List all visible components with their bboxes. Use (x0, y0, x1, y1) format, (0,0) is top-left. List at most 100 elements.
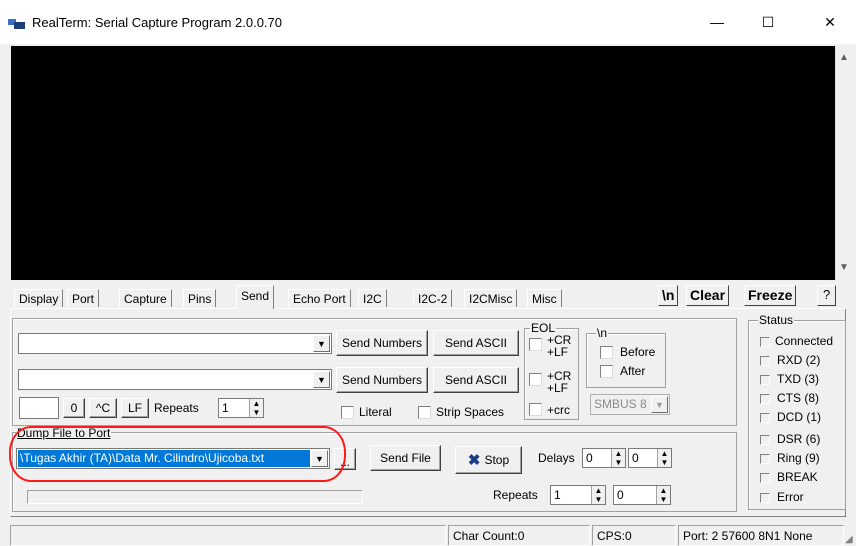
chevron-down-icon[interactable]: ▼ (313, 335, 330, 352)
status-dcd: DCD (1) (777, 410, 821, 424)
eol-cr-checkbox[interactable] (529, 338, 542, 351)
dump-repeats-spinner-2[interactable]: 0 ▲ ▼ (613, 485, 671, 505)
lf-button[interactable]: LF (121, 398, 149, 418)
smbus-select[interactable]: SMBUS 8 ▼ (590, 394, 670, 415)
app-icon (8, 18, 26, 30)
before-checkbox[interactable] (600, 346, 613, 359)
tab-misc[interactable]: Misc (527, 289, 562, 307)
maximize-button[interactable]: ☐ (745, 0, 791, 44)
chevron-down-icon[interactable]: ▼ (313, 371, 330, 388)
led-error (760, 493, 770, 503)
spin-updown-icon[interactable]: ▲ ▼ (657, 449, 671, 467)
vertical-scrollbar[interactable]: ▲ ▼ (835, 46, 852, 280)
close-button[interactable]: ✕ (807, 0, 853, 44)
tab-i2c[interactable]: I2C (358, 289, 387, 307)
char-input[interactable] (19, 397, 59, 419)
minimize-button[interactable]: — (694, 0, 740, 44)
tab-send[interactable]: Send (236, 285, 275, 309)
stop-x-icon: ✖ (467, 452, 481, 469)
led-connected (760, 337, 770, 347)
tab-echo-port[interactable]: Echo Port (288, 289, 351, 307)
tab-display[interactable]: Display (14, 289, 64, 307)
spin-updown-icon[interactable]: ▲ ▼ (249, 399, 263, 417)
strip-spaces-checkbox[interactable] (418, 406, 431, 419)
tab-i2c-2[interactable]: I2C-2 (413, 289, 453, 307)
status-dsr: DSR (6) (777, 432, 821, 446)
dump-repeats-value-1: 1 (554, 488, 561, 502)
spin-updown-icon[interactable]: ▲ ▼ (591, 486, 605, 504)
zero-button[interactable]: 0 (63, 398, 85, 418)
cps: CPS:0 (592, 525, 676, 546)
led-txd (760, 375, 770, 385)
scroll-down-icon[interactable]: ▼ (839, 262, 849, 273)
statusbar-blank (10, 525, 446, 546)
status-rxd: RXD (2) (777, 353, 821, 367)
literal-label: Literal (359, 405, 392, 419)
ctrl-c-button[interactable]: ^C (89, 398, 117, 418)
delays-label: Delays (538, 451, 575, 465)
help-button[interactable]: ? (817, 285, 837, 306)
send-input-1[interactable]: ▼ (18, 333, 332, 354)
eol-crc-checkbox[interactable] (529, 403, 542, 416)
led-rxd (760, 356, 770, 366)
status-cts: CTS (8) (777, 391, 819, 405)
send-numbers-button-2[interactable]: Send Numbers (336, 367, 428, 393)
eol-cr2-checkbox[interactable] (529, 373, 542, 386)
led-dsr (760, 435, 770, 445)
stop-label: Stop (484, 453, 510, 467)
tab-pins[interactable]: Pins (183, 289, 217, 307)
send-input-2[interactable]: ▼ (18, 369, 332, 390)
repeats-spinner[interactable]: 1 ▲ ▼ (218, 398, 264, 418)
window-title: RealTerm: Serial Capture Program 2.0.0.7… (32, 15, 283, 30)
dump-repeats-label: Repeats (493, 488, 538, 502)
newline-group-caption: \n (596, 326, 609, 340)
spin-updown-icon[interactable]: ▲ ▼ (656, 486, 670, 504)
status-break: BREAK (777, 470, 818, 484)
scroll-up-icon[interactable]: ▲ (839, 52, 849, 63)
freeze-button[interactable]: Freeze (744, 285, 797, 306)
terminal-display[interactable] (11, 46, 835, 280)
tab-i2cmisc[interactable]: I2CMisc (464, 289, 518, 307)
send-ascii-button-1[interactable]: Send ASCII (433, 330, 519, 356)
clear-button[interactable]: Clear (686, 285, 730, 306)
send-file-button[interactable]: Send File (370, 445, 441, 471)
progress-bar (27, 490, 363, 504)
stop-button[interactable]: ✖ Stop (455, 446, 522, 474)
status-ring: Ring (9) (777, 451, 820, 465)
after-checkbox[interactable] (600, 365, 613, 378)
send-numbers-button-1[interactable]: Send Numbers (336, 330, 428, 356)
spin-updown-icon[interactable]: ▲ ▼ (611, 449, 625, 467)
strip-spaces-label: Strip Spaces (436, 405, 505, 419)
eol-lf2-label: +LF (547, 381, 569, 395)
smbus-value: SMBUS 8 (594, 397, 647, 411)
before-label: Before (620, 345, 656, 359)
send-ascii-button-2[interactable]: Send ASCII (433, 367, 519, 393)
delay-spinner-1[interactable]: 0 ▲ ▼ (582, 448, 626, 468)
resize-grip-icon[interactable]: ◢ (845, 534, 853, 545)
literal-checkbox[interactable] (341, 406, 354, 419)
newline-group (586, 333, 666, 388)
delay-value-1: 0 (586, 451, 593, 465)
delay-spinner-2[interactable]: 0 ▲ ▼ (628, 448, 672, 468)
eol-crc-label: +crc (547, 403, 571, 417)
port-status: Port: 2 57600 8N1 None (678, 525, 844, 546)
dump-repeats-value-2: 0 (617, 488, 624, 502)
status-error: Error (777, 490, 804, 504)
status-txd: TXD (3) (777, 372, 819, 386)
tab-capture[interactable]: Capture (119, 289, 172, 307)
led-cts (760, 394, 770, 404)
after-label: After (620, 364, 646, 378)
dump-repeats-spinner-1[interactable]: 1 ▲ ▼ (550, 485, 606, 505)
status-connected: Connected (775, 334, 834, 348)
led-dcd (760, 413, 770, 423)
delay-value-2: 0 (632, 451, 639, 465)
led-ring (760, 454, 770, 464)
repeats-value: 1 (222, 401, 229, 415)
newline-button[interactable]: \n (658, 285, 679, 306)
char-count: Char Count:0 (448, 525, 590, 546)
chevron-down-icon[interactable]: ▼ (651, 396, 668, 413)
tab-port[interactable]: Port (67, 289, 100, 307)
status-caption: Status (758, 313, 795, 327)
annotation-ellipse (9, 426, 346, 482)
led-break (760, 473, 770, 483)
